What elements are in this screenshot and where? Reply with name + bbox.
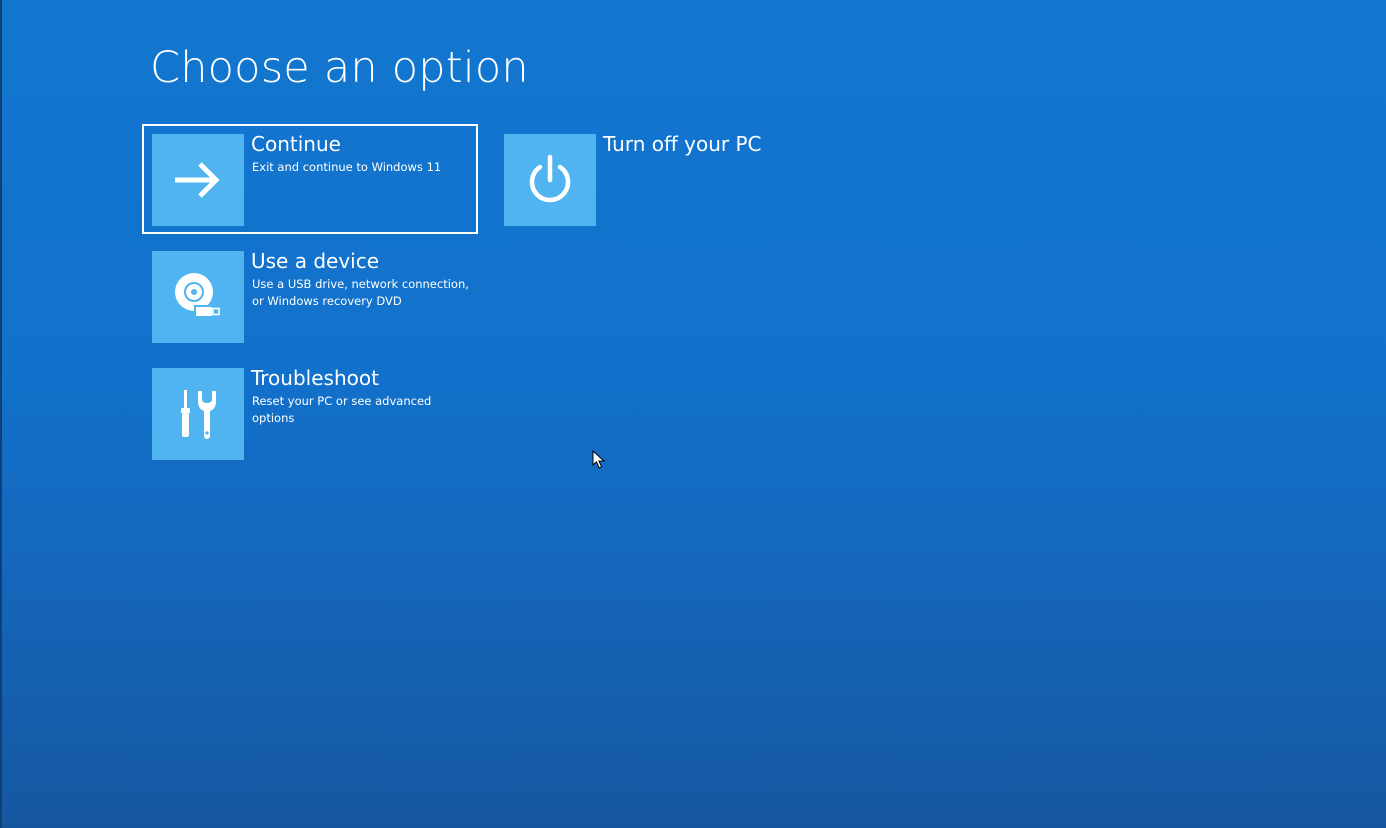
tools-icon (181, 390, 216, 439)
disc-usb-icon (175, 273, 220, 318)
page-title: Choose an option (150, 43, 529, 93)
power-icon (529, 154, 571, 203)
left-edge-divider (0, 0, 2, 828)
troubleshoot-option[interactable]: Troubleshoot Reset your PC or see advanc… (142, 358, 478, 468)
mouse-pointer-icon (592, 450, 606, 469)
turn-off-title: Turn off your PC (603, 132, 762, 156)
use-device-option[interactable]: Use a device Use a USB drive, network co… (142, 241, 478, 351)
troubleshoot-tile (152, 368, 244, 460)
troubleshoot-description: Reset your PC or see advanced options (252, 394, 432, 425)
continue-title: Continue (251, 132, 341, 156)
turn-off-tile (504, 134, 596, 226)
turn-off-option[interactable]: Turn off your PC (494, 124, 794, 234)
use-device-tile (152, 251, 244, 343)
troubleshoot-title: Troubleshoot (251, 366, 379, 390)
use-device-description: Use a USB drive, network connection, or … (252, 277, 469, 308)
continue-tile (152, 134, 244, 226)
continue-option[interactable]: Continue Exit and continue to Windows 11 (142, 124, 478, 234)
use-device-title: Use a device (251, 249, 380, 273)
arrow-right-icon (175, 162, 220, 198)
continue-description: Exit and continue to Windows 11 (252, 160, 442, 174)
